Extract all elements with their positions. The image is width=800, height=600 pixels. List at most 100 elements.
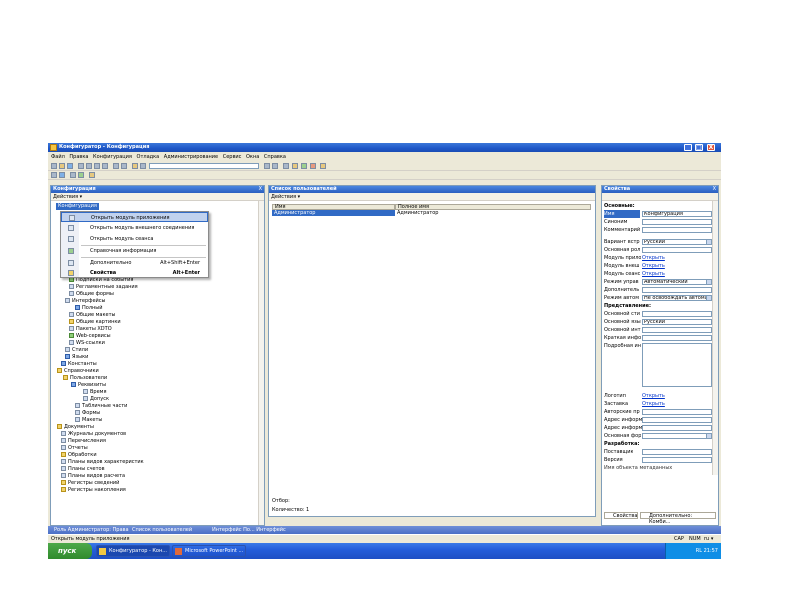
- user-row-fullname[interactable]: Администратор: [395, 210, 591, 216]
- section-development[interactable]: Разработка:: [604, 440, 640, 448]
- tree-item[interactable]: Справочники: [57, 368, 99, 375]
- delete-icon[interactable]: [102, 163, 108, 169]
- tree-item[interactable]: Планы счетов: [61, 466, 105, 473]
- prop-copyright-value[interactable]: [642, 409, 712, 415]
- save-icon[interactable]: [67, 163, 73, 169]
- prop-vendor-info-value[interactable]: [642, 417, 712, 423]
- tree-item[interactable]: Стили: [65, 347, 88, 354]
- tree-item[interactable]: Константы: [61, 361, 97, 368]
- tree-item[interactable]: Полный: [75, 305, 102, 312]
- config-actions-menu[interactable]: Действия ▾: [53, 194, 82, 200]
- menu-edit[interactable]: Правка: [69, 153, 88, 161]
- tree-item[interactable]: Пользователи: [63, 375, 107, 382]
- tree-item[interactable]: Реквизиты: [71, 382, 106, 389]
- prop-brief-info-value[interactable]: [642, 335, 712, 341]
- properties-panel-close[interactable]: X: [713, 186, 716, 193]
- section-presentation[interactable]: Представление:: [604, 302, 651, 310]
- prop-detailed-info-value[interactable]: [642, 343, 712, 387]
- tree-item[interactable]: Языки: [65, 354, 88, 361]
- tree-item[interactable]: Макеты: [75, 417, 102, 424]
- menu-help[interactable]: Справка: [264, 153, 286, 161]
- menu-administration[interactable]: Администрирование: [164, 153, 218, 161]
- prop-lock-mode-value[interactable]: Автоматический: [642, 279, 712, 285]
- tree-item[interactable]: Планы видов расчета: [61, 473, 125, 480]
- users-actions-menu[interactable]: Действия ▾: [271, 194, 300, 200]
- update-icon[interactable]: [78, 172, 84, 178]
- tree-item[interactable]: Регистры сведений: [61, 480, 119, 487]
- tree-item[interactable]: Подписки на события: [69, 277, 133, 284]
- tree-item[interactable]: Общие формы: [69, 291, 114, 298]
- compare-icon[interactable]: [70, 172, 76, 178]
- prop-vendor-value[interactable]: [642, 449, 712, 455]
- cut-icon[interactable]: [78, 163, 84, 169]
- search-next-icon[interactable]: [264, 163, 270, 169]
- menu-open-session-module[interactable]: Открыть модуль сеанса: [61, 234, 208, 244]
- tree-item[interactable]: Общие картинки: [69, 319, 121, 326]
- find-next-icon[interactable]: [140, 163, 146, 169]
- prop-auto-mode-value[interactable]: Не освобождать автомат: [642, 295, 712, 301]
- tree-item[interactable]: Отчеты: [61, 445, 88, 452]
- prop-embed-variant-value[interactable]: Русский: [642, 239, 712, 245]
- prop-logo-link[interactable]: Открыть: [642, 392, 665, 400]
- search-prev-icon[interactable]: [272, 163, 278, 169]
- menu-help-info[interactable]: Справочная информация: [61, 246, 208, 256]
- tree-item[interactable]: Документы: [57, 424, 94, 431]
- window-tab-users[interactable]: Список пользователей: [130, 526, 192, 534]
- menu-service[interactable]: Сервис: [223, 153, 242, 161]
- prop-main-style-value[interactable]: [642, 311, 712, 317]
- tray-lang[interactable]: RL: [696, 548, 702, 554]
- tree-item[interactable]: Обработки: [61, 452, 97, 459]
- menu-configuration[interactable]: Конфигурация: [93, 153, 132, 161]
- minimize-button[interactable]: _: [684, 144, 692, 151]
- menu-open-external-module[interactable]: Открыть модуль внешнего соединения: [61, 223, 208, 233]
- window-tab-interface[interactable]: Интерфейс По... Интерфейс: [210, 526, 286, 534]
- tree-item[interactable]: Планы видов характеристик: [61, 459, 144, 466]
- menu-file[interactable]: Файл: [51, 153, 65, 161]
- prop-main-language-value[interactable]: Русский: [642, 319, 712, 325]
- syntax-assist-icon[interactable]: [292, 163, 298, 169]
- tree-item[interactable]: WS-ссылки: [69, 340, 105, 347]
- menu-open-app-module[interactable]: Открыть модуль приложения: [61, 212, 208, 222]
- prop-extra-value[interactable]: [642, 287, 712, 293]
- tree-item[interactable]: Перечисления: [61, 438, 106, 445]
- prop-main-interface-value[interactable]: [642, 327, 712, 333]
- prop-comment-value[interactable]: [642, 227, 712, 233]
- properties-scrollbar[interactable]: [712, 201, 718, 475]
- db-icon[interactable]: [59, 172, 65, 178]
- tree-item[interactable]: Регламентные задания: [69, 284, 138, 291]
- tree-item[interactable]: Web-сервисы: [69, 333, 111, 340]
- prop-name-value[interactable]: Конфигурация: [642, 211, 712, 217]
- task-configurator[interactable]: Конфигуратор - Кон...: [96, 545, 170, 557]
- prop-synonym-value[interactable]: [642, 219, 712, 225]
- lang-indicator[interactable]: ru ▾: [704, 535, 713, 543]
- menu-properties[interactable]: Свойства Alt+Enter: [61, 268, 208, 278]
- configuration-panel-close[interactable]: X: [259, 186, 262, 193]
- prop-splash-link[interactable]: Открыть: [642, 400, 665, 408]
- tree-item[interactable]: Табличные части: [75, 403, 127, 410]
- prop-app-module-link[interactable]: Открыть: [642, 254, 665, 262]
- tab-extra[interactable]: Дополнительно: Комби...: [640, 512, 716, 525]
- run-icon[interactable]: [310, 163, 316, 169]
- tree-item[interactable]: Интерфейсы: [65, 298, 105, 305]
- debug-icon[interactable]: [320, 163, 326, 169]
- dropdown-icon[interactable]: [706, 280, 711, 284]
- tab-properties[interactable]: Свойства: [604, 512, 638, 519]
- tree-item[interactable]: Допуск: [83, 396, 109, 403]
- menu-windows[interactable]: Окна: [246, 153, 259, 161]
- start-button[interactable]: пуск: [48, 543, 92, 559]
- tree-item[interactable]: Пакеты XDTO: [69, 326, 112, 333]
- config-tree-scrollbar[interactable]: [258, 201, 264, 525]
- tree-item[interactable]: Время: [83, 389, 106, 396]
- window-title-bar[interactable]: Конфигуратор - Конфигурация _ □ X: [48, 143, 721, 152]
- prop-version-value[interactable]: [642, 457, 712, 463]
- undo-icon[interactable]: [113, 163, 119, 169]
- prop-main-form-value[interactable]: [642, 433, 712, 439]
- search-combo[interactable]: [149, 163, 259, 169]
- tree-item[interactable]: Формы: [75, 410, 100, 417]
- section-basic[interactable]: Основные:: [604, 202, 635, 210]
- tree-item[interactable]: Журналы документов: [61, 431, 126, 438]
- prop-ext-module-link[interactable]: Открыть: [642, 262, 665, 270]
- menu-additional[interactable]: Дополнительно Alt+Shift+Enter: [61, 258, 208, 268]
- config-icon[interactable]: [51, 172, 57, 178]
- dropdown-icon[interactable]: [706, 296, 711, 300]
